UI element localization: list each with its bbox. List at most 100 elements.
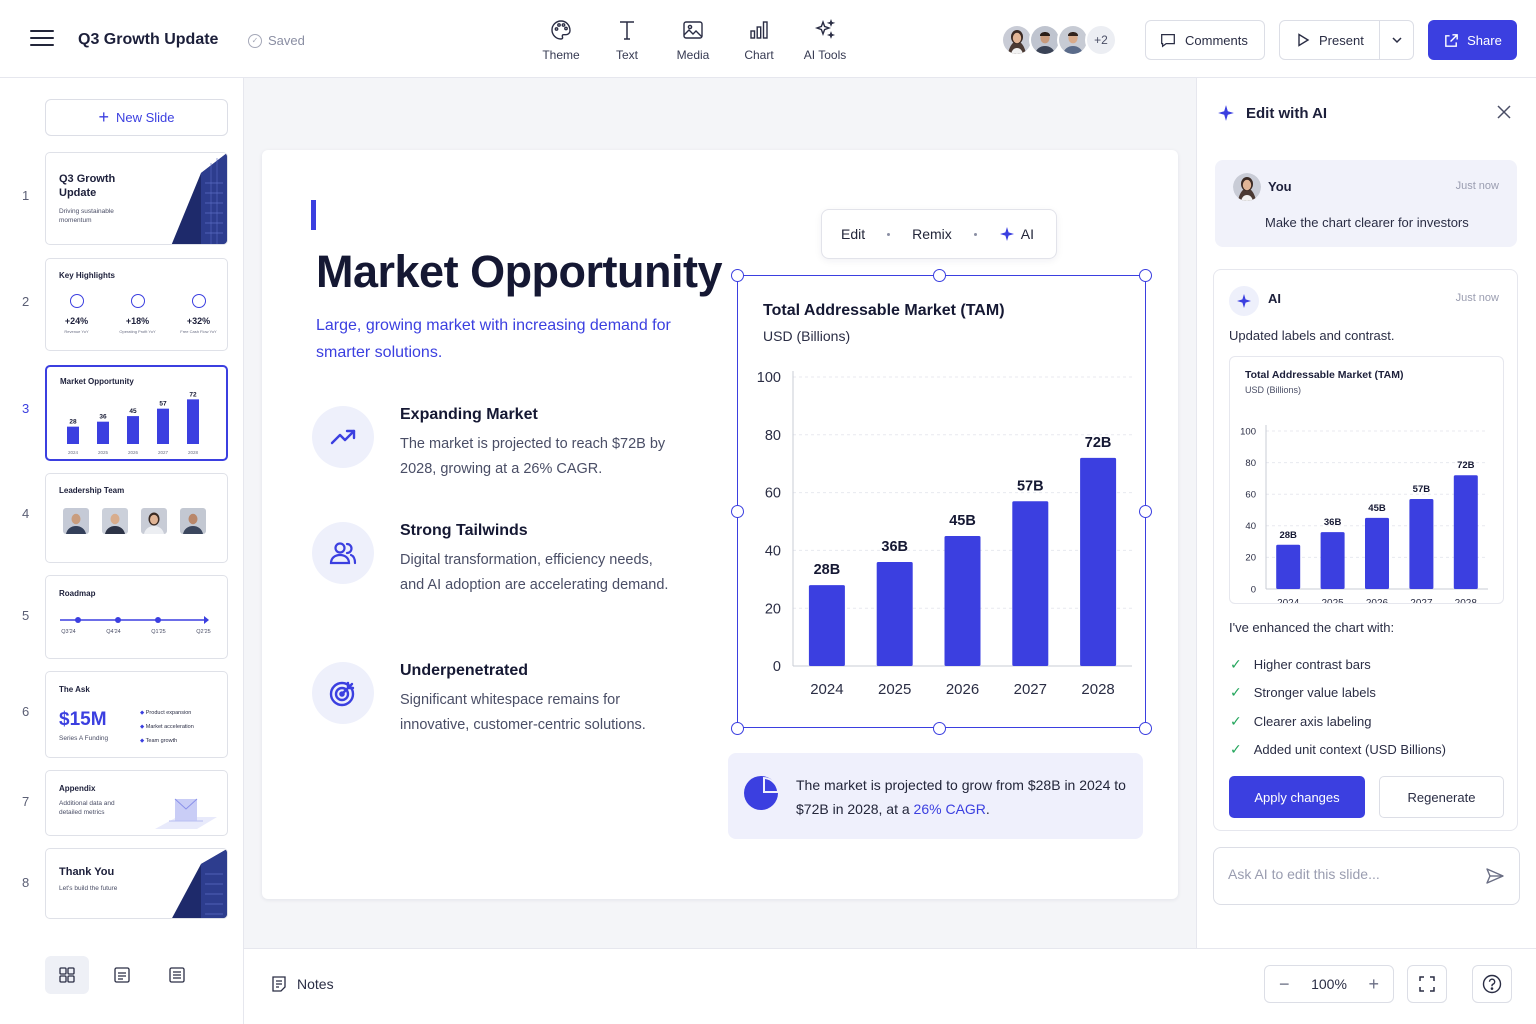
- thumb-stat: +18%: [125, 316, 150, 326]
- feature-underpenetrated[interactable]: Underpenetrated Significant whitespace r…: [312, 662, 692, 752]
- outline-view-button[interactable]: [100, 956, 144, 994]
- thumb-bar-label: 72: [189, 391, 197, 398]
- y-tick-label: 40: [765, 543, 781, 559]
- x-tick-label: 2026: [946, 681, 979, 698]
- resize-handle-top-left[interactable]: [731, 269, 744, 282]
- insert-toolbar: Theme Text Media Chart AI Tools: [528, 18, 858, 64]
- slide-thumbnail-2[interactable]: Key Highlights +24% Revenue YoY +18% Ope…: [45, 258, 228, 351]
- slide-thumbnail-5[interactable]: Roadmap Q3'24 Q4'24 Q1'25 Q2'25: [45, 575, 228, 659]
- list-item: ✓ Stronger value labels: [1230, 679, 1446, 708]
- remix-chart-button[interactable]: Remix: [912, 226, 952, 242]
- slide-subtitle[interactable]: Large, growing market with increasing de…: [316, 312, 696, 366]
- thumb-stat-label: Free Cash Flow YoY: [180, 329, 217, 334]
- palette-icon: [551, 20, 571, 40]
- slide-thumbnail-1[interactable]: Q3 Growth Update Driving sustainable mom…: [45, 152, 228, 245]
- comments-button[interactable]: Comments: [1145, 20, 1265, 60]
- feature-expanding-market[interactable]: Expanding Market The market is projected…: [312, 406, 692, 496]
- slide-thumbnail-6[interactable]: The Ask $15M Series A Funding ◆ Product …: [45, 671, 228, 758]
- thumb-stat: +32%: [186, 316, 211, 326]
- new-slide-button[interactable]: + New Slide: [45, 99, 228, 136]
- theme-tool[interactable]: Theme: [528, 18, 594, 64]
- slide-thumbnail-7[interactable]: Appendix Additional data and detailed me…: [45, 770, 228, 836]
- zoom-control: − 100% +: [1264, 965, 1394, 1003]
- x-tick-label: 2028: [1081, 681, 1114, 698]
- ai-tools-tool[interactable]: AI Tools: [792, 18, 858, 64]
- roadmap-timeline: [60, 616, 209, 624]
- ai-chart-button[interactable]: AI: [999, 226, 1034, 242]
- send-button[interactable]: [1485, 866, 1505, 891]
- text-tool[interactable]: Text: [594, 18, 660, 64]
- document-title[interactable]: Q3 Growth Update: [78, 31, 218, 49]
- help-button[interactable]: [1472, 965, 1512, 1003]
- chart-bar: [1080, 457, 1117, 666]
- notes-view-button[interactable]: [155, 956, 199, 994]
- thumb-title: Roadmap: [59, 589, 96, 598]
- resize-handle-top-right[interactable]: [1139, 269, 1152, 282]
- present-button[interactable]: Present: [1280, 21, 1380, 59]
- zoom-in-button[interactable]: +: [1368, 974, 1379, 995]
- regenerate-button[interactable]: Regenerate: [1379, 776, 1504, 818]
- chart-tool[interactable]: Chart: [726, 18, 792, 64]
- notes-toggle[interactable]: Notes: [270, 975, 334, 993]
- feature-strong-tailwinds[interactable]: Strong Tailwinds Digital transformation,…: [312, 522, 692, 632]
- slide-canvas[interactable]: Market Opportunity Large, growing market…: [262, 150, 1178, 899]
- title-accent-bar: [311, 200, 316, 230]
- message-timestamp: Just now: [1455, 180, 1499, 192]
- person-photo: [141, 508, 167, 534]
- grid-view-button[interactable]: [45, 956, 89, 994]
- bar-value-label: 72B: [1085, 435, 1112, 451]
- check-icon: ✓: [1230, 655, 1242, 672]
- present-button-group: Present: [1279, 20, 1414, 60]
- feature-title: Underpenetrated: [400, 662, 529, 679]
- menu-icon[interactable]: [30, 30, 54, 50]
- slide-title[interactable]: Market Opportunity: [316, 246, 723, 298]
- slide-thumbnail-8[interactable]: Thank You Let's build the future: [45, 848, 228, 919]
- x-tick-label: 2025: [878, 681, 911, 698]
- x-tick-label: 2025: [1321, 598, 1344, 603]
- apply-changes-button[interactable]: Apply changes: [1229, 776, 1365, 818]
- y-tick-label: 0: [1251, 584, 1256, 595]
- resize-handle-bottom-right[interactable]: [1139, 722, 1152, 735]
- fullscreen-button[interactable]: [1407, 965, 1447, 1003]
- bar-value-label: 57B: [1017, 478, 1044, 494]
- comments-label: Comments: [1185, 32, 1248, 48]
- collaborator-avatars[interactable]: +2: [1001, 24, 1117, 56]
- feature-description: Digital transformation, efficiency needs…: [400, 552, 669, 593]
- enhancement-text: Higher contrast bars: [1253, 656, 1371, 672]
- play-icon: [1298, 33, 1310, 47]
- y-tick-label: 100: [757, 370, 781, 386]
- insight-text: The market is projected to grow from $28…: [796, 773, 1131, 821]
- close-panel-button[interactable]: [1496, 104, 1512, 125]
- resize-handle-top[interactable]: [933, 269, 946, 282]
- chart-bar: [876, 561, 913, 666]
- slide-number: 2: [22, 294, 30, 309]
- comment-icon: [1161, 33, 1175, 48]
- slide-thumbnail-3[interactable]: Market Opportunity 28 2024 36 2025 45 2026 57 2…: [45, 365, 228, 461]
- sparkle-icon: [1237, 294, 1251, 308]
- ask-ai-input[interactable]: [1228, 866, 1468, 882]
- y-tick-label: 20: [1245, 553, 1256, 564]
- x-tick-label: 2027: [1014, 681, 1047, 698]
- zoom-out-button[interactable]: −: [1279, 974, 1290, 995]
- resize-handle-bottom[interactable]: [933, 722, 946, 735]
- thumb-bar-label: 28: [69, 419, 77, 426]
- y-tick-label: 60: [1245, 490, 1256, 501]
- thumb-chart-svg: 28 2024 36 2025 45 2026 57 2027 72 2028: [67, 391, 199, 455]
- media-tool[interactable]: Media: [660, 18, 726, 64]
- save-status-label: Saved: [268, 33, 305, 48]
- more-collaborators-badge[interactable]: +2: [1085, 24, 1117, 56]
- tam-bar-chart[interactable]: 0 20 40 60 80 100 28B 2024 36B 2025 45B 2026 57B 2027…: [737, 360, 1146, 705]
- present-options-dropdown[interactable]: [1380, 21, 1413, 59]
- enhancement-text: Clearer axis labeling: [1253, 713, 1372, 729]
- edit-chart-button[interactable]: Edit: [841, 226, 865, 242]
- slide-thumbnail-4[interactable]: Leadership Team: [45, 473, 228, 563]
- close-icon: [1497, 105, 1511, 119]
- share-button[interactable]: Share: [1428, 20, 1517, 60]
- bar-value-label: 28B: [814, 562, 841, 578]
- resize-handle-bottom-left[interactable]: [731, 722, 744, 735]
- chart-label: Chart: [744, 48, 774, 62]
- notes-label: Notes: [297, 976, 334, 992]
- notes-icon: [272, 976, 286, 992]
- preview-chart-title: Total Addressable Market (TAM): [1245, 369, 1404, 381]
- bar-value-label: 72B: [1457, 460, 1475, 471]
